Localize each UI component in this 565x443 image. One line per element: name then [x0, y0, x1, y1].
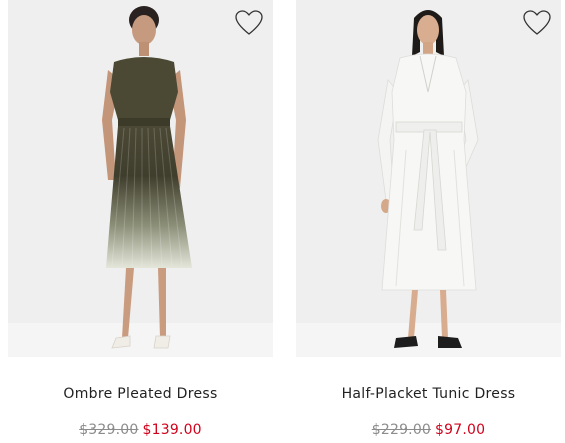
product-card[interactable]: Ombre Pleated Dress $329.00 $139.00: [8, 0, 273, 443]
product-card[interactable]: Half-Placket Tunic Dress $229.00 $97.00: [296, 0, 561, 443]
product-image[interactable]: [296, 0, 561, 357]
original-price: $329.00: [79, 422, 139, 438]
sale-price: $139.00: [142, 422, 202, 438]
product-image[interactable]: [8, 0, 273, 357]
favorite-button[interactable]: [235, 10, 263, 36]
original-price: $229.00: [371, 422, 432, 438]
white-tunic-dress-illustration: [377, 10, 479, 348]
heart-outline-icon: [523, 10, 551, 35]
sale-price: $97.00: [435, 422, 486, 438]
product-name[interactable]: Ombre Pleated Dress: [8, 386, 273, 402]
product-name[interactable]: Half-Placket Tunic Dress: [296, 386, 561, 402]
product-grid: Ombre Pleated Dress $329.00 $139.00 Half…: [0, 0, 565, 443]
olive-ombre-dress-illustration: [102, 6, 192, 349]
heart-outline-icon: [235, 10, 263, 35]
product-price: $329.00 $139.00: [8, 422, 273, 438]
product-price: $229.00 $97.00: [296, 422, 561, 438]
favorite-button[interactable]: [523, 10, 551, 36]
